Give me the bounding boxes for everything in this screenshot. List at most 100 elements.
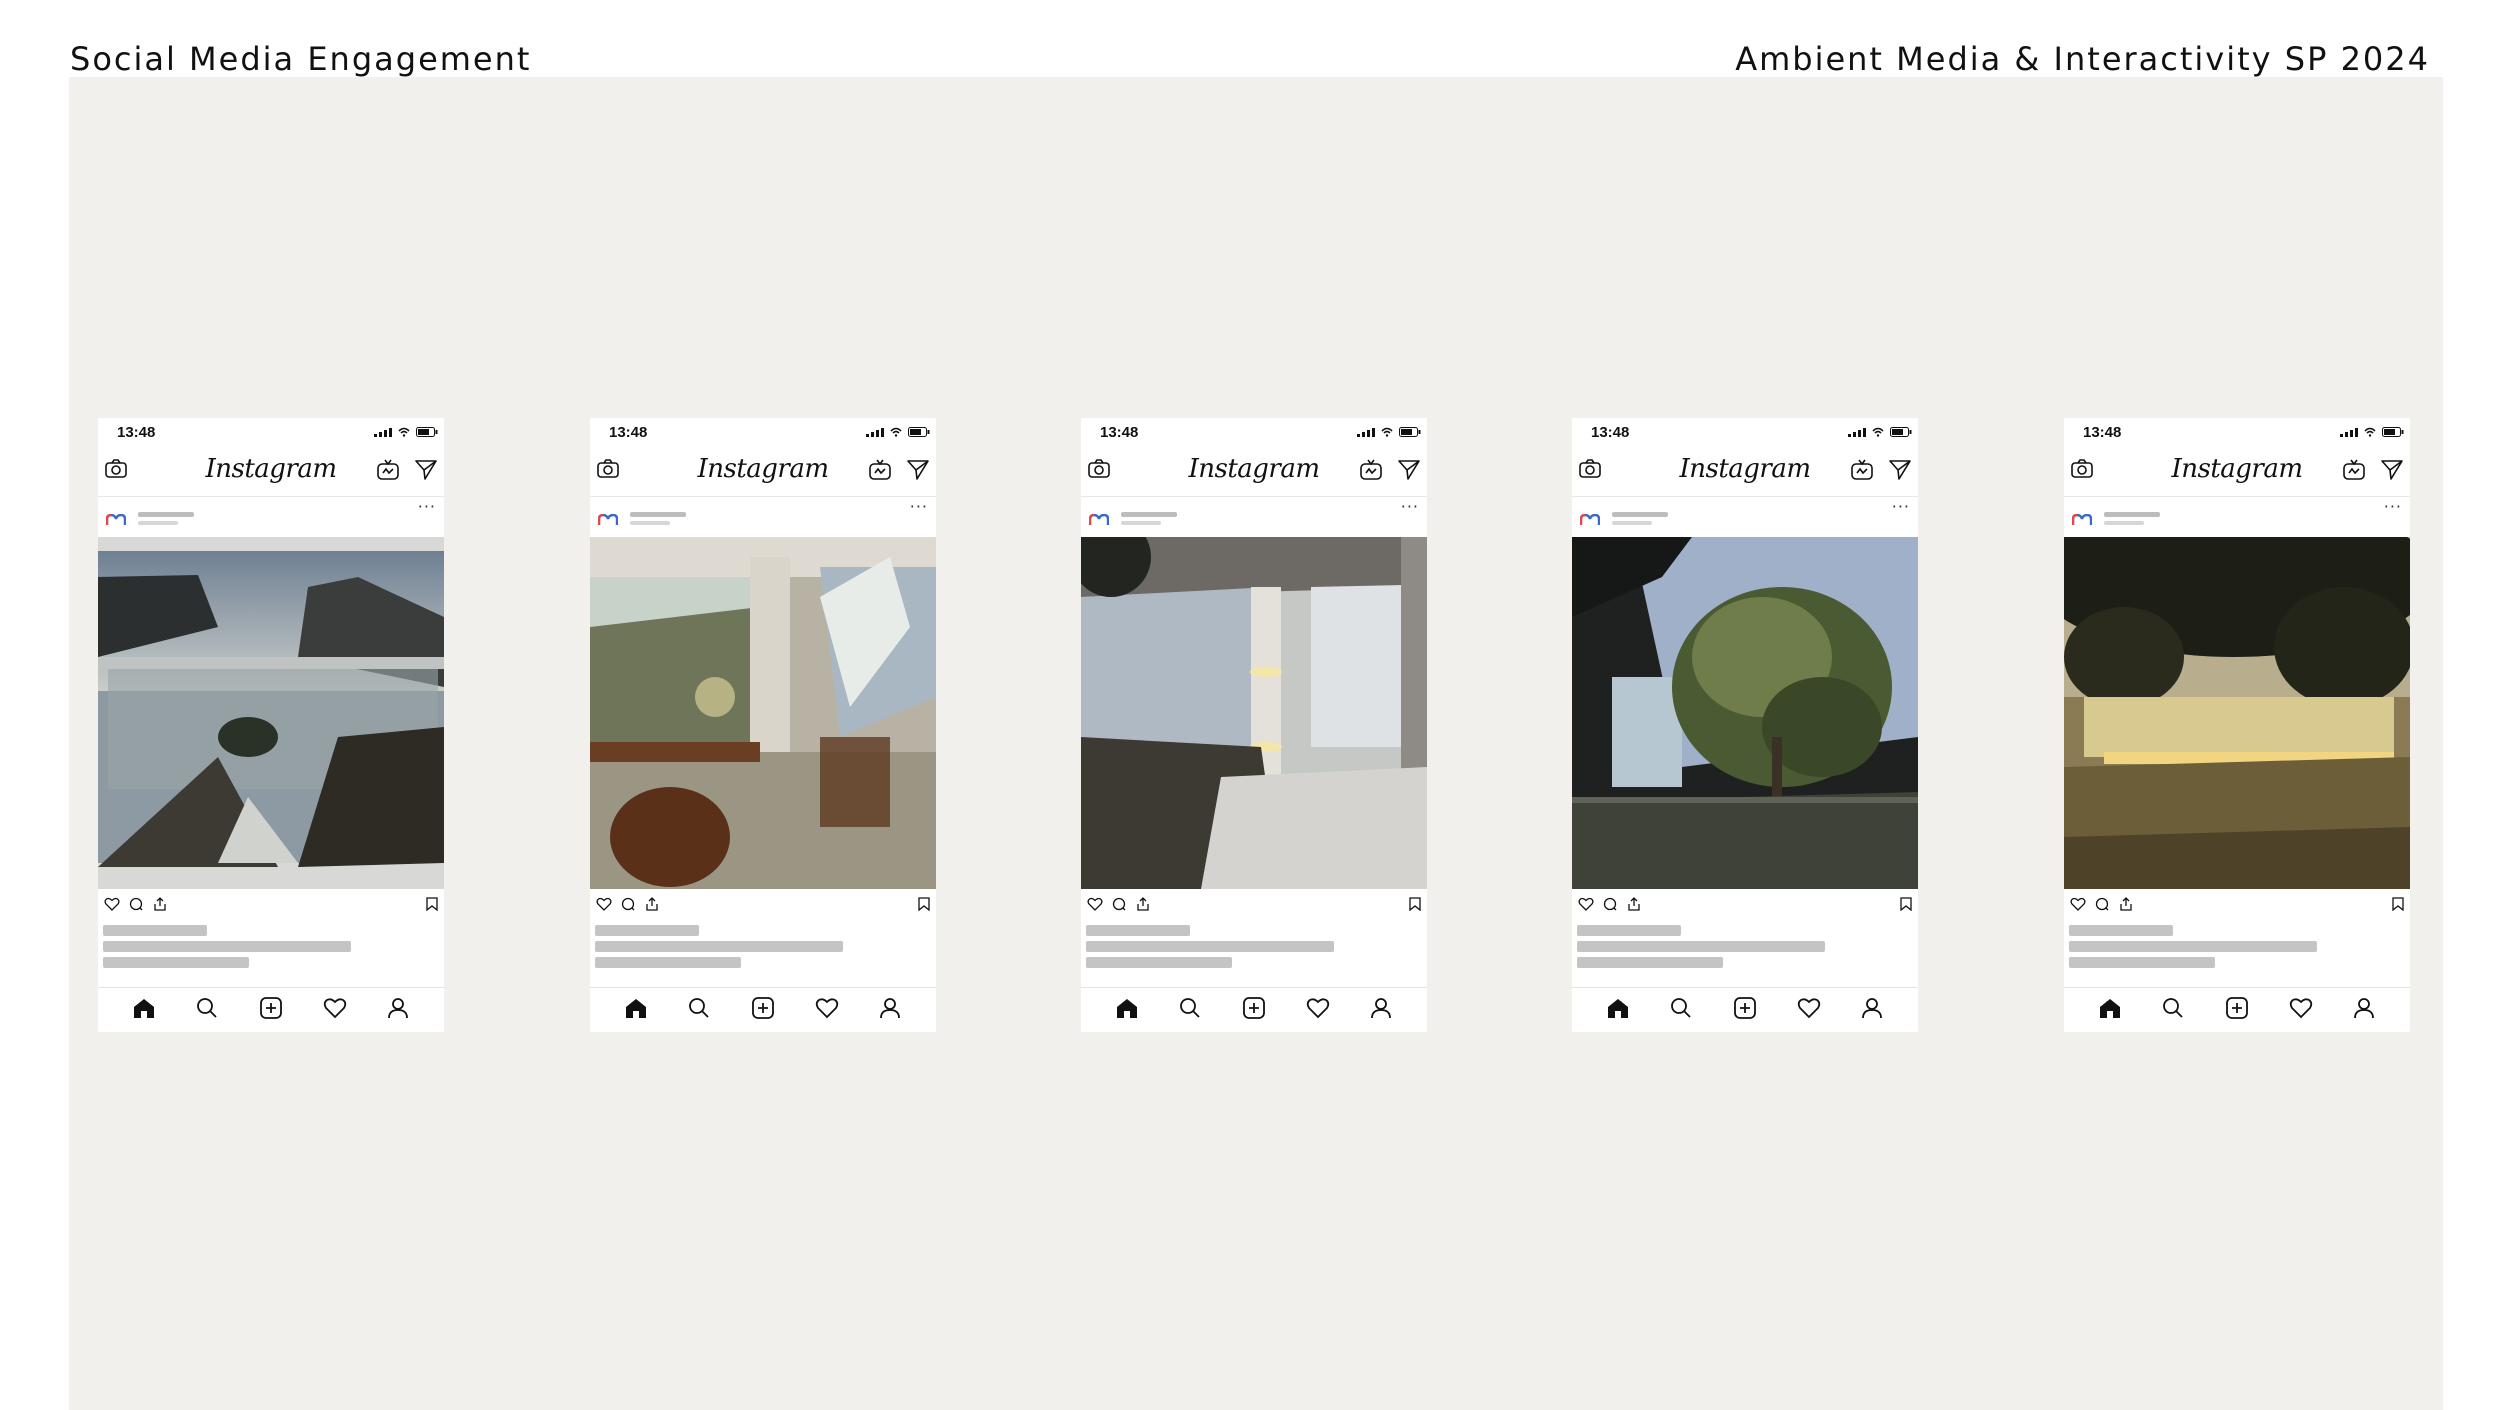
add-post-icon[interactable] [751,997,775,1023]
more-options-icon[interactable]: ··· [2384,497,2402,516]
direct-message-icon[interactable] [906,459,930,485]
likes-placeholder [1086,925,1190,936]
post-image[interactable] [1081,537,1427,889]
more-options-icon[interactable]: ··· [418,497,436,516]
igtv-icon[interactable] [1850,459,1874,485]
bookmark-icon[interactable] [1409,896,1421,915]
profile-icon[interactable] [2352,997,2376,1023]
share-icon[interactable] [152,896,168,915]
home-icon[interactable] [2098,997,2122,1023]
direct-message-icon[interactable] [414,459,438,485]
post-header: ··· [590,497,936,537]
location-placeholder [630,521,670,525]
bottom-tab-bar [1572,987,1918,1032]
signal-icon [374,428,392,437]
location-placeholder [138,521,178,525]
heart-icon[interactable] [323,997,347,1023]
comments-placeholder [1577,957,1723,968]
post-image[interactable] [1572,537,1918,889]
more-options-icon[interactable]: ··· [910,497,928,516]
avatar[interactable] [1088,511,1110,530]
post-image[interactable] [2064,537,2410,889]
heart-icon[interactable] [815,997,839,1023]
course-title: Ambient Media & Interactivity SP 2024 [1735,40,2430,78]
caption-placeholder [2064,917,2410,977]
post-header: ··· [1572,497,1918,537]
username-placeholder [2104,512,2160,517]
comment-icon[interactable] [128,896,144,915]
profile-icon[interactable] [1369,997,1393,1023]
wifi-icon [1381,427,1393,437]
search-icon[interactable] [2161,997,2185,1023]
post-actions [98,889,444,917]
comment-icon[interactable] [1111,896,1127,915]
status-time: 13:48 [2083,424,2122,441]
status-time: 13:48 [117,424,156,441]
igtv-icon[interactable] [1359,459,1383,485]
heart-icon[interactable] [2070,896,2086,915]
heart-icon[interactable] [1797,997,1821,1023]
share-icon[interactable] [2118,896,2134,915]
heart-icon[interactable] [104,896,120,915]
status-bar: 13:48 [1081,418,1427,446]
heart-icon[interactable] [2289,997,2313,1023]
home-icon[interactable] [1115,997,1139,1023]
share-icon[interactable] [1135,896,1151,915]
caption-line-placeholder [595,941,843,952]
add-post-icon[interactable] [1242,997,1266,1023]
bookmark-icon[interactable] [1900,896,1912,915]
heart-icon[interactable] [1087,896,1103,915]
direct-message-icon[interactable] [1888,459,1912,485]
post-image[interactable] [98,537,444,889]
search-icon[interactable] [1178,997,1202,1023]
igtv-icon[interactable] [2342,459,2366,485]
igtv-icon[interactable] [376,459,400,485]
avatar[interactable] [597,511,619,530]
comment-icon[interactable] [620,896,636,915]
home-icon[interactable] [624,997,648,1023]
heart-icon[interactable] [1306,997,1330,1023]
share-icon[interactable] [1626,896,1642,915]
comments-placeholder [1086,957,1232,968]
profile-icon[interactable] [1860,997,1884,1023]
profile-icon[interactable] [878,997,902,1023]
search-icon[interactable] [687,997,711,1023]
battery-icon [1890,427,1912,437]
share-icon[interactable] [644,896,660,915]
caption-line-placeholder [1086,941,1334,952]
username-placeholder [1121,512,1177,517]
bookmark-icon[interactable] [918,896,930,915]
app-header: Instagram [2064,446,2410,497]
battery-icon [2382,427,2404,437]
heart-icon[interactable] [1578,896,1594,915]
home-icon[interactable] [1606,997,1630,1023]
heart-icon[interactable] [596,896,612,915]
more-options-icon[interactable]: ··· [1892,497,1910,516]
post-actions [590,889,936,917]
avatar[interactable] [1579,511,1601,530]
wifi-icon [1872,427,1884,437]
add-post-icon[interactable] [259,997,283,1023]
search-icon[interactable] [1669,997,1693,1023]
location-placeholder [2104,521,2144,525]
igtv-icon[interactable] [868,459,892,485]
avatar[interactable] [2071,511,2093,530]
profile-icon[interactable] [386,997,410,1023]
username-placeholder [630,512,686,517]
status-bar: 13:48 [98,418,444,446]
comment-icon[interactable] [1602,896,1618,915]
add-post-icon[interactable] [2225,997,2249,1023]
add-post-icon[interactable] [1733,997,1757,1023]
direct-message-icon[interactable] [2380,459,2404,485]
post-image[interactable] [590,537,936,889]
comment-icon[interactable] [2094,896,2110,915]
status-time: 13:48 [1100,424,1139,441]
more-options-icon[interactable]: ··· [1401,497,1419,516]
search-icon[interactable] [195,997,219,1023]
direct-message-icon[interactable] [1397,459,1421,485]
bookmark-icon[interactable] [426,896,438,915]
bookmark-icon[interactable] [2392,896,2404,915]
home-icon[interactable] [132,997,156,1023]
avatar[interactable] [105,511,127,530]
caption-line-placeholder [1577,941,1825,952]
